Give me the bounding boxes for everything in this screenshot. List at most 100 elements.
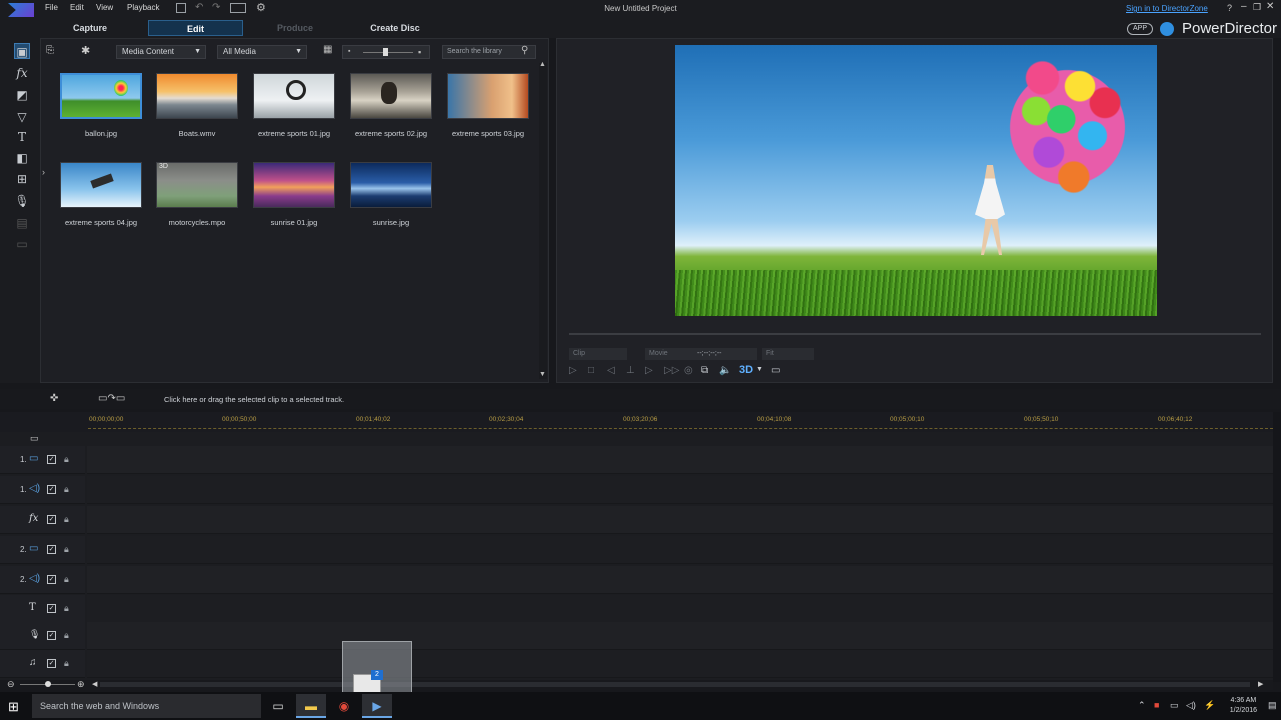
library-item[interactable]: Boats.wmv [149,73,245,138]
pip-room-icon[interactable]: ◩ [14,87,30,103]
help-button[interactable]: ? [1227,3,1232,13]
slider-thumb[interactable] [383,48,388,56]
library-item[interactable]: extreme sports 01.jpg [246,73,342,138]
transition-room-icon[interactable]: ◧ [14,150,30,166]
lock-icon[interactable]: 🔒︎ [64,603,69,614]
timecode-field[interactable]: --;--;--;-- [693,348,757,360]
track-enable-checkbox[interactable]: ✓ [47,659,56,668]
scroll-left-icon[interactable]: ◀ [92,680,97,688]
play-icon[interactable]: ▷ [569,365,577,376]
scroll-right-icon[interactable]: ▶ [1258,680,1263,688]
windows-start-icon[interactable]: ⊞ [8,699,19,715]
3d-toggle[interactable]: 3D [739,364,753,376]
tab-create-disc[interactable]: Create Disc [350,20,440,36]
library-item[interactable]: sunrise 01.jpg [246,162,342,227]
track-manager-icon[interactable]: ✜ [50,393,58,404]
volume-icon[interactable]: 🔈 [719,365,731,376]
preview-seekbar[interactable] [569,333,1261,335]
track-lane[interactable] [87,650,1273,678]
timeline-horizontal-scrollbar[interactable] [100,682,1250,687]
signin-link[interactable]: Sign in to DirectorZone [1126,4,1208,13]
track-enable-checkbox[interactable]: ✓ [47,604,56,613]
volume-tray-icon[interactable]: ◁) [1186,700,1196,711]
close-button[interactable]: ✕ [1266,1,1274,12]
content-filter-select[interactable]: Media Content ▼ [116,45,206,59]
track-lane[interactable] [87,595,1273,623]
file-explorer-icon[interactable]: ▬ [296,694,326,718]
lock-icon[interactable]: 🔒︎ [64,658,69,669]
notifications-icon[interactable]: ▤ [1268,700,1277,711]
grid-view-icon[interactable]: ▦ [323,44,332,55]
zoom-out-icon[interactable]: ⊖ [7,679,15,690]
track-enable-checkbox[interactable]: ✓ [47,515,56,524]
scroll-down-icon[interactable]: ▼ [539,371,546,378]
track-enable-checkbox[interactable]: ✓ [47,575,56,584]
track-enable-checkbox[interactable]: ✓ [47,631,56,640]
tray-app-icon[interactable]: ■ [1154,700,1159,710]
library-item[interactable]: extreme sports 02.jpg [343,73,439,138]
split-icon[interactable]: ⊥ [626,365,635,376]
chrome-icon[interactable]: ◉ [329,694,359,718]
storyboard-view-icon[interactable]: ▭↷▭ [98,393,125,404]
comment-icon[interactable]: ▭ [771,365,780,376]
minimize-button[interactable]: – [1241,1,1247,12]
title-room-icon[interactable]: T [14,129,30,145]
subtitle-room-icon[interactable]: ▭ [14,236,30,252]
expand-panel-icon[interactable]: › [42,167,45,177]
movie-mode-toggle[interactable]: Movie [645,348,693,360]
track-enable-checkbox[interactable]: ✓ [47,455,56,464]
audio-mixing-room-icon[interactable]: ⊞ [14,171,30,187]
fx-room-icon[interactable]: fx [14,65,30,81]
zoom-slider-thumb[interactable] [45,681,51,687]
plugin-icon[interactable]: ✱ [81,44,90,57]
undock-preview-icon[interactable]: ⧉ [701,365,708,376]
previous-frame-icon[interactable]: ◁ [607,365,615,376]
timeline-ruler[interactable]: 00;00;00;00 00;00;50;00 00;01;40;02 00;0… [0,412,1273,432]
library-item[interactable]: ballon.jpg [53,73,149,138]
powerdirector-taskbar-icon[interactable]: ▶ [362,694,392,718]
tab-produce[interactable]: Produce [250,20,340,36]
thumbnail-size-slider[interactable]: ▪ ▪ [342,45,430,59]
track-lane[interactable] [87,566,1273,594]
lock-icon[interactable]: 🔒︎ [64,574,69,585]
library-item[interactable]: sunrise.jpg [343,162,439,227]
particle-room-icon[interactable]: ▽ [14,109,30,125]
lock-icon[interactable]: 🔒︎ [64,514,69,525]
fast-forward-icon[interactable]: ▷▷ [664,365,679,376]
chapter-room-icon[interactable]: ▤ [14,215,30,231]
library-scrollbar[interactable]: ▲ ▼ [539,61,547,379]
media-room-icon[interactable]: ▣ [14,43,30,59]
library-item[interactable]: 3D motorcycles.mpo [149,162,245,227]
lock-icon[interactable]: 🔒︎ [64,630,69,641]
library-item[interactable]: extreme sports 04.jpg [53,162,149,227]
stop-icon[interactable]: □ [588,365,594,376]
tab-edit[interactable]: Edit [148,20,243,36]
app-badge[interactable]: APP [1127,23,1153,35]
next-frame-icon[interactable]: ▷ [645,365,653,376]
voiceover-room-icon[interactable]: 🎙 [14,193,30,209]
import-media-icon[interactable]: ⎘ [46,45,54,56]
taskbar-clock[interactable]: 4:36 AM 1/2/2016 [1230,696,1257,716]
zoom-select[interactable]: Fit [762,348,814,360]
track-enable-checkbox[interactable]: ✓ [47,485,56,494]
track-enable-checkbox[interactable]: ✓ [47,545,56,554]
media-filter-select[interactable]: All Media ▼ [217,45,307,59]
snapshot-icon[interactable]: ◎ [684,365,693,376]
track-lane[interactable] [87,446,1273,474]
task-view-icon[interactable]: ▭ [263,694,293,718]
tray-chevron-icon[interactable]: ⌃ [1138,700,1146,711]
scroll-up-icon[interactable]: ▲ [539,61,546,68]
track-lane[interactable] [87,622,1273,650]
lock-icon[interactable]: 🔒︎ [64,544,69,555]
zoom-in-icon[interactable]: ⊕ [77,679,85,690]
clip-mode-toggle[interactable]: Clip [569,348,627,360]
lock-icon[interactable]: 🔒︎ [64,484,69,495]
battery-icon[interactable]: ⚡ [1204,700,1215,711]
search-icon[interactable]: ⚲ [521,45,528,56]
chevron-down-icon[interactable]: ▼ [756,366,763,373]
track-lane[interactable] [87,536,1273,564]
timeline-vertical-scrollbar[interactable] [1273,412,1281,682]
library-item[interactable]: extreme sports 03.jpg [440,73,536,138]
lock-icon[interactable]: 🔒︎ [64,454,69,465]
chapter-marker-icon[interactable]: ▭ [30,433,39,444]
